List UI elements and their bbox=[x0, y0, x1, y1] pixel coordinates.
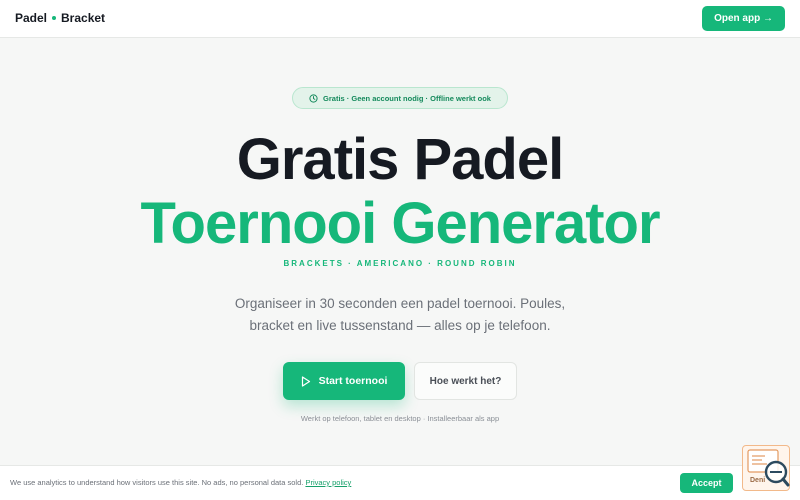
cookie-banner: We use analytics to understand how visit… bbox=[0, 465, 800, 500]
cookie-text: We use analytics to understand how visit… bbox=[10, 478, 304, 487]
hero-title-line1: Gratis Padel bbox=[236, 127, 564, 192]
open-app-button[interactable]: Open app → bbox=[702, 6, 785, 31]
logo-dot-icon bbox=[52, 16, 57, 20]
hero-description-line1: Organiseer in 30 seconden een padel toer… bbox=[234, 296, 566, 311]
how-it-works-button[interactable]: Hoe werkt het? bbox=[414, 362, 517, 400]
hero-description-line2: bracket en live tussenstand — alles op j… bbox=[249, 318, 551, 333]
logo[interactable]: Padel Bracket bbox=[15, 11, 105, 25]
hero-title-line2: Toernooi Generator bbox=[140, 191, 660, 256]
feature-badge-text: Gratis · Geen account nodig · Offline we… bbox=[323, 93, 491, 103]
privacy-policy-link[interactable]: Privacy policy bbox=[305, 478, 351, 487]
start-tournament-button[interactable]: Start toernooi bbox=[283, 362, 405, 400]
clock-icon bbox=[309, 93, 318, 103]
floating-widget[interactable]: Deni bbox=[742, 445, 790, 491]
start-tournament-label: Start toernooi bbox=[318, 375, 388, 387]
play-icon bbox=[301, 375, 310, 387]
logo-text-left: Padel bbox=[15, 11, 48, 25]
widget-label: Deni bbox=[750, 477, 766, 484]
hero-description: Organiseer in 30 seconden een padel toer… bbox=[0, 293, 800, 337]
platform-note: Werkt op telefoon, tablet en desktop · I… bbox=[300, 414, 500, 423]
search-document-icon bbox=[747, 449, 790, 487]
top-header: Padel Bracket Open app → bbox=[0, 0, 800, 38]
accept-cookies-button[interactable]: Accept bbox=[680, 473, 733, 493]
feature-badge: Gratis · Geen account nodig · Offline we… bbox=[292, 87, 508, 109]
cookie-text-wrapper: We use analytics to understand how visit… bbox=[10, 478, 351, 487]
logo-text-right: Bracket bbox=[61, 11, 106, 25]
hero-tags: BRACKETS · AMERICANO · ROUND ROBIN bbox=[283, 259, 517, 268]
